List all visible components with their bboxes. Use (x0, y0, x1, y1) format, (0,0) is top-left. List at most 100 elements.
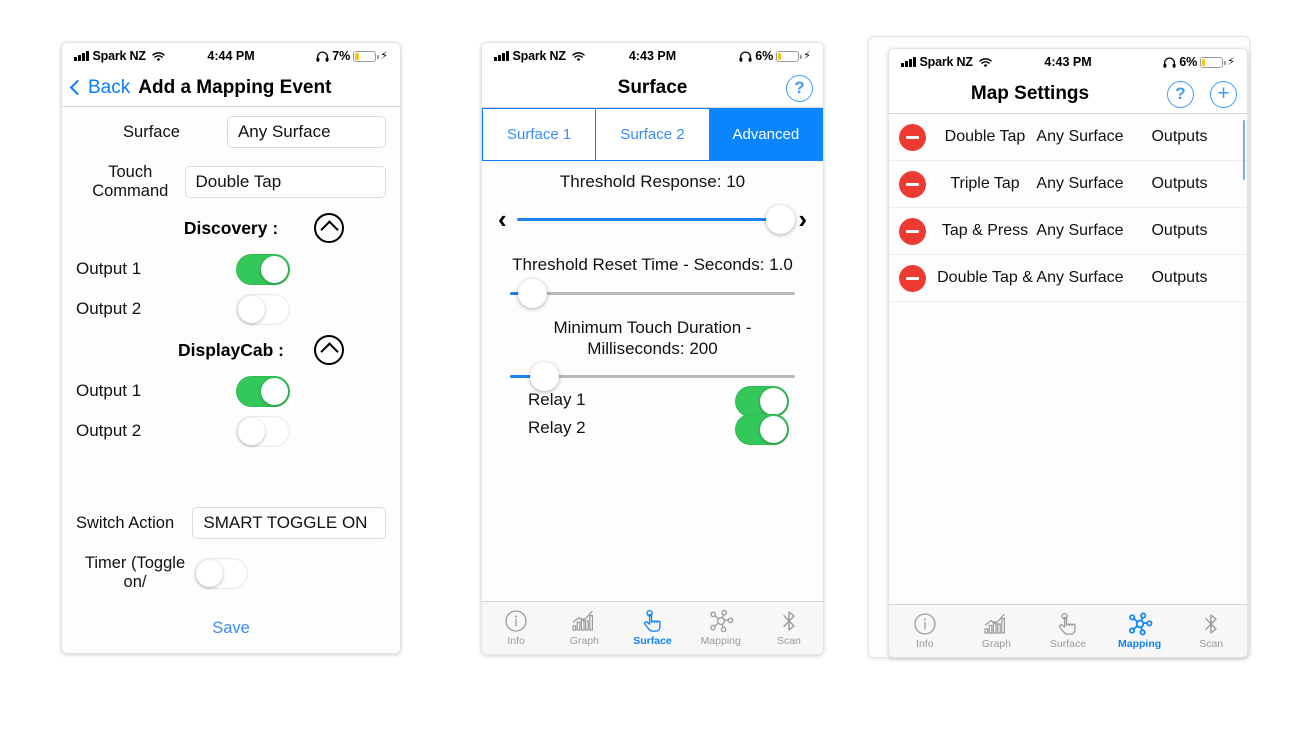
field-label-timer: Timer (Toggle on/ (84, 554, 186, 591)
tab-surface-2[interactable]: Surface 2 (595, 108, 710, 161)
navigation-bar: Back Add a Mapping Event (62, 69, 400, 107)
field-label-surface: Surface (123, 122, 180, 141)
decrement-arrow-icon[interactable]: ‹ (498, 206, 507, 232)
status-left: Spark NZ (74, 49, 165, 63)
output-row-discovery-1: Output 1 (62, 249, 400, 289)
tab-surface[interactable]: Surface (618, 609, 686, 647)
tab-label: Surface (633, 635, 672, 647)
output-label: Output 1 (76, 381, 142, 400)
tab-info[interactable]: Info (482, 609, 550, 647)
row-gesture: Triple Tap (950, 174, 1020, 192)
slider-thumb[interactable] (529, 362, 559, 391)
toggle-relay-1[interactable] (735, 386, 789, 417)
vertical-scrollbar[interactable] (1242, 120, 1245, 180)
minus-circle-icon[interactable] (899, 123, 926, 151)
status-right: 6% ⚡ (1163, 55, 1235, 69)
save-button[interactable]: Save (212, 619, 250, 638)
headphones-icon (1163, 57, 1176, 68)
back-button-label: Back (88, 76, 131, 98)
tab-mapping[interactable]: Mapping (1104, 612, 1176, 650)
field-row-timer: Timer (Toggle on/ (62, 547, 400, 599)
tap-hand-icon (1056, 612, 1080, 636)
toggle-relay-2[interactable] (735, 414, 789, 445)
lightning-bolt-icon: ⚡ (1227, 55, 1235, 68)
page-title: Add a Mapping Event (138, 76, 332, 98)
relay-section: Relay 1 Relay 2 (482, 386, 823, 446)
relay-toggles (735, 386, 795, 450)
row-gesture: Tap & Press (941, 221, 1029, 239)
field-row-surface: Surface Any Surface (62, 107, 400, 157)
info-circle-icon (504, 609, 528, 633)
toggle-displaycab-output-1[interactable] (236, 375, 290, 407)
page-title: Surface (617, 77, 688, 98)
slider-threshold-reset-time[interactable] (510, 278, 795, 308)
nav-actions: ? + (1167, 80, 1237, 108)
tab-scan[interactable]: Scan (1175, 612, 1247, 650)
row-outputs[interactable]: Outputs (1126, 269, 1233, 287)
toggle-displaycab-output-2[interactable] (236, 415, 290, 447)
surface-select[interactable]: Any Surface (226, 116, 386, 148)
tab-label: Surface (1049, 638, 1087, 650)
field-label-switch-action: Switch Action (76, 513, 175, 532)
tab-advanced[interactable]: Advanced (708, 108, 823, 161)
tab-surface-1[interactable]: Surface 1 (482, 108, 597, 161)
tab-graph[interactable]: Graph (961, 612, 1033, 650)
switch-action-select[interactable]: SMART TOGGLE ON (192, 507, 386, 539)
minus-circle-icon[interactable] (899, 264, 926, 292)
section-title-discovery: Discovery : (183, 217, 279, 238)
table-row[interactable]: Tap & Press Any Surface Outputs (889, 208, 1247, 255)
slider-threshold-response[interactable] (516, 204, 795, 234)
signal-bars-icon (74, 51, 89, 61)
bar-chart-icon (983, 612, 1009, 636)
table-row[interactable]: Double Tap Any Surface Outputs (889, 114, 1247, 161)
status-right: 7% ⚡ (316, 49, 388, 63)
section-header-discovery: Discovery : (62, 207, 400, 249)
signal-bars-icon (901, 57, 916, 67)
battery-percent-label: 6% (755, 49, 774, 63)
toggle-discovery-output-1[interactable] (236, 253, 290, 285)
slider-thumb[interactable] (518, 278, 548, 308)
bluetooth-icon (778, 609, 800, 633)
chevron-up-circle-icon[interactable] (314, 213, 344, 243)
touch-command-select[interactable]: Double Tap (184, 166, 386, 198)
lightning-bolt-icon: ⚡ (803, 49, 811, 62)
toggle-discovery-output-2[interactable] (236, 293, 290, 325)
status-bar: Spark NZ 4:44 PM 7% ⚡ (62, 43, 400, 69)
table-row[interactable]: Triple Tap Any Surface Outputs (889, 161, 1247, 208)
headphones-icon (739, 51, 752, 62)
toggle-timer[interactable] (194, 557, 248, 589)
row-outputs[interactable]: Outputs (1126, 222, 1233, 240)
tab-info[interactable]: Info (889, 612, 961, 650)
help-button[interactable]: ? (786, 74, 813, 102)
slider-row (510, 278, 795, 308)
row-gesture: Double Tap (944, 127, 1026, 145)
slider-block-threshold-reset-time: Threshold Reset Time - Seconds: 1.0 (482, 232, 823, 308)
tab-mapping[interactable]: Mapping (687, 609, 755, 647)
network-nodes-icon (708, 609, 734, 633)
tab-graph[interactable]: Graph (550, 609, 618, 647)
advanced-settings-screen: Threshold Response: 10 ‹ › Threshold Res… (482, 161, 823, 601)
minus-circle-icon[interactable] (899, 217, 926, 245)
slider-thumb[interactable] (765, 204, 795, 234)
tab-scan[interactable]: Scan (755, 609, 823, 647)
screenshot-canvas: Spark NZ 4:44 PM 7% ⚡ Back Add a Mapping… (0, 0, 1300, 731)
slider-minimum-touch-duration[interactable] (510, 362, 795, 391)
back-button[interactable]: Back (69, 76, 131, 99)
status-bar: Spark NZ 4:43 PM 6% ⚡ (889, 49, 1247, 75)
headphones-icon (316, 51, 329, 62)
table-row[interactable]: Double Tap & Any Surface Outputs (889, 255, 1247, 302)
minus-circle-icon[interactable] (899, 170, 926, 198)
increment-arrow-icon[interactable]: › (798, 206, 807, 232)
row-surface: Any Surface (1036, 127, 1124, 145)
chevron-up-circle-icon[interactable] (314, 335, 344, 365)
add-mapping-button[interactable]: + (1210, 80, 1237, 108)
tab-surface[interactable]: Surface (1032, 612, 1104, 650)
output-row-discovery-2: Output 2 (62, 289, 400, 329)
chevron-left-icon (69, 79, 86, 96)
row-outputs[interactable]: Outputs (1126, 175, 1233, 193)
field-row-touch-command: Touch Command Double Tap (62, 157, 400, 207)
help-button[interactable]: ? (1167, 80, 1194, 108)
row-outputs[interactable]: Outputs (1126, 128, 1233, 146)
slider-caption: Minimum Touch Duration - Milliseconds: 2… (553, 317, 752, 358)
field-label-touch-command: Touch Command (92, 163, 169, 200)
